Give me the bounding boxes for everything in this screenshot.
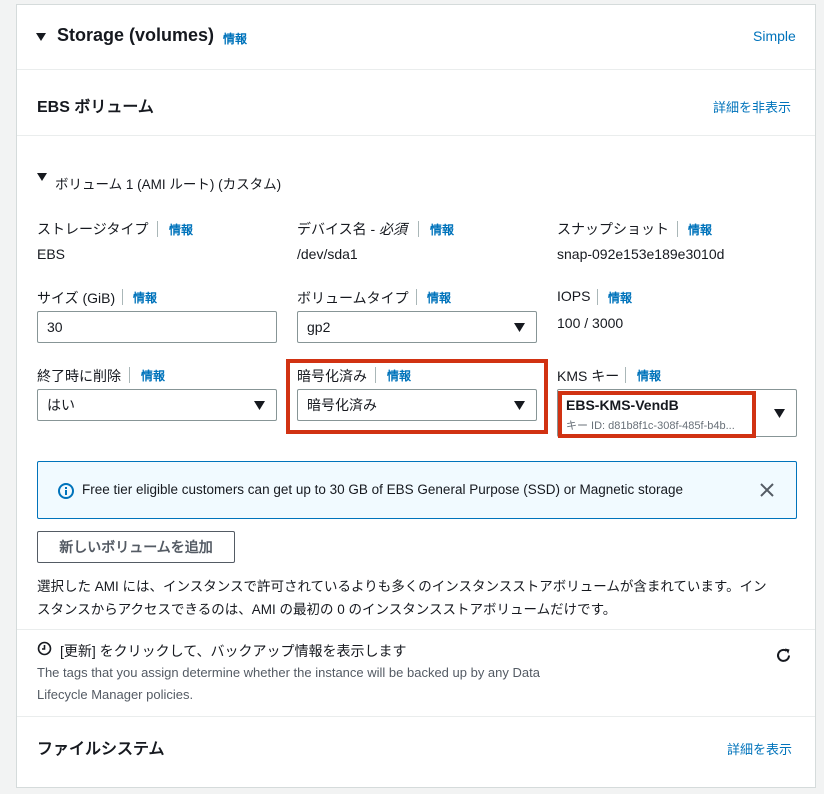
divider xyxy=(17,716,815,717)
separator xyxy=(416,289,417,305)
backup-title: [更新] をクリックして、バックアップ情報を表示します xyxy=(60,643,407,659)
divider xyxy=(17,629,815,630)
storage-type-label: ストレージタイプ xyxy=(37,221,149,237)
storage-type-info[interactable]: 情報 xyxy=(169,221,193,238)
ami-note-line2: スタンスからアクセスできるのは、AMI の最初の 0 のインスタンスストアボリュ… xyxy=(37,602,617,617)
kms-key-info[interactable]: 情報 xyxy=(637,367,661,384)
kms-key-name: EBS-KMS-VendB xyxy=(566,397,679,413)
refresh-icon[interactable] xyxy=(775,647,792,669)
volume-caret-icon[interactable] xyxy=(37,169,47,187)
storage-panel: Storage (volumes) 情報 Simple EBS ボリューム 詳細… xyxy=(16,4,816,788)
device-name-label-text: デバイス名 - xyxy=(297,221,380,237)
size-info[interactable]: 情報 xyxy=(133,289,157,306)
close-icon[interactable] xyxy=(760,483,774,502)
filesystem-title: ファイルシステム xyxy=(37,741,165,758)
dropdown-caret-icon xyxy=(254,401,265,410)
size-input[interactable]: 30 xyxy=(37,311,277,343)
backup-desc-line2: Lifecycle Manager policies. xyxy=(37,687,194,702)
delete-on-termination-value: はい xyxy=(47,397,75,413)
divider xyxy=(17,135,815,136)
separator xyxy=(418,221,419,237)
encrypted-select[interactable]: 暗号化済み xyxy=(297,389,537,421)
volume-type-select[interactable]: gp2 xyxy=(297,311,537,343)
show-details-link[interactable]: 詳細を表示 xyxy=(727,739,792,758)
separator xyxy=(129,367,130,383)
storage-type-value: EBS xyxy=(37,246,66,262)
kms-key-label: KMS キー xyxy=(557,368,620,384)
separator xyxy=(375,367,376,383)
iops-info[interactable]: 情報 xyxy=(608,289,632,306)
separator xyxy=(122,289,123,305)
iops-value: 100 / 3000 xyxy=(557,315,624,331)
separator xyxy=(597,289,598,305)
divider xyxy=(17,69,815,70)
collapse-caret-icon[interactable] xyxy=(35,29,47,47)
dropdown-caret-icon xyxy=(774,409,785,418)
encrypted-value: 暗号化済み xyxy=(307,397,377,413)
clock-icon xyxy=(37,641,52,661)
volume-type-value: gp2 xyxy=(307,319,331,335)
size-label: サイズ (GiB) xyxy=(37,290,116,306)
ebs-title: EBS ボリューム xyxy=(37,99,154,116)
add-volume-button[interactable]: 新しいボリュームを追加 xyxy=(37,531,235,563)
snapshot-value: snap-092e153e189e3010d xyxy=(557,246,725,262)
snapshot-info[interactable]: 情報 xyxy=(688,221,712,238)
info-link[interactable]: 情報 xyxy=(223,30,247,47)
volume-title: ボリューム 1 (AMI ルート) (カスタム) xyxy=(55,177,282,192)
section-title: Storage (volumes) xyxy=(57,25,215,45)
hide-details-link[interactable]: 詳細を非表示 xyxy=(713,97,791,116)
ami-note-line1: 選択した AMI には、インスタンスで許可されているよりも多くのインスタンススト… xyxy=(37,579,767,594)
separator xyxy=(625,367,626,383)
backup-desc-line1: The tags that you assign determine wheth… xyxy=(37,665,540,680)
encrypted-info[interactable]: 情報 xyxy=(387,367,411,384)
volume-type-label: ボリュームタイプ xyxy=(297,290,409,306)
delete-on-termination-label: 終了時に削除 xyxy=(37,368,121,384)
delete-on-termination-select[interactable]: はい xyxy=(37,389,277,421)
free-tier-alert: Free tier eligible customers can get up … xyxy=(37,461,797,519)
encrypted-label: 暗号化済み xyxy=(297,368,367,384)
iops-label: IOPS xyxy=(557,288,591,304)
separator xyxy=(157,221,158,237)
volume-type-info[interactable]: 情報 xyxy=(427,289,451,306)
required-text: 必須 xyxy=(379,221,408,237)
simple-link[interactable]: Simple xyxy=(753,28,796,44)
device-name-value: /dev/sda1 xyxy=(297,246,358,262)
device-name-label: デバイス名 - 必須 xyxy=(297,219,407,239)
alert-text: Free tier eligible customers can get up … xyxy=(82,482,684,497)
kms-key-id: キー ID: d81b8f1c-308f-485f-b4b... xyxy=(566,420,735,432)
delete-on-termination-info[interactable]: 情報 xyxy=(141,367,165,384)
separator xyxy=(677,221,678,237)
snapshot-label: スナップショット xyxy=(557,221,669,237)
info-circle-icon xyxy=(58,483,74,504)
dropdown-caret-icon xyxy=(514,401,525,410)
device-name-info[interactable]: 情報 xyxy=(430,221,454,238)
dropdown-caret-icon xyxy=(514,323,525,332)
